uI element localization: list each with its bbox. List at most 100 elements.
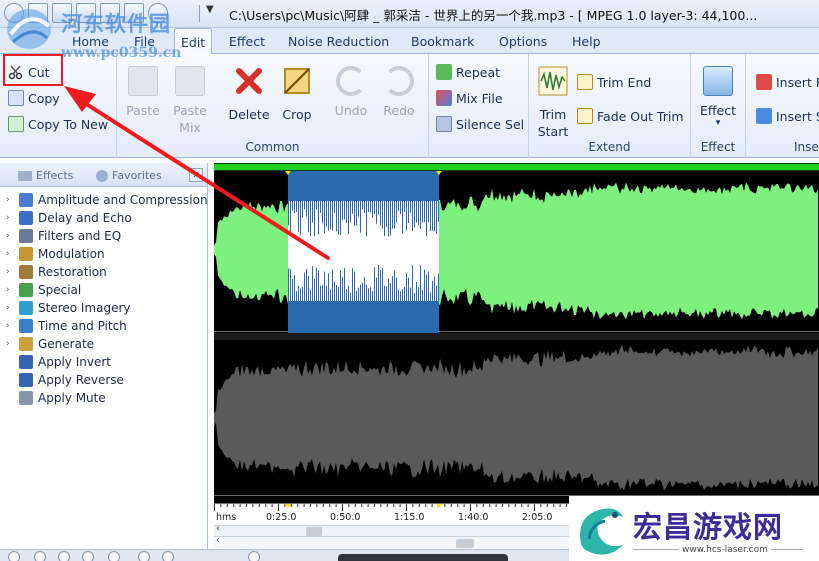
undo-quick-icon[interactable]: [124, 3, 144, 23]
ruler-end-marker[interactable]: [436, 504, 442, 508]
tree-item[interactable]: Apply Mute: [6, 391, 106, 405]
title-separator: [199, 5, 200, 22]
loop-icon[interactable]: [138, 551, 150, 561]
expand-arrow-icon[interactable]: ›: [6, 249, 16, 259]
expand-arrow-icon[interactable]: ›: [6, 303, 16, 313]
forward-icon[interactable]: [108, 551, 120, 561]
expand-arrow-icon[interactable]: ›: [6, 231, 16, 241]
selected-sample-upper: [406, 201, 407, 231]
play-icon[interactable]: [34, 551, 46, 561]
selected-sample-lower: [362, 282, 363, 301]
tree-item[interactable]: › Stereo Imagery: [6, 301, 131, 315]
tab-file[interactable]: File: [134, 34, 155, 49]
tree-item[interactable]: › Special: [6, 283, 81, 297]
expand-arrow-icon[interactable]: ›: [6, 267, 16, 277]
ruler-tick: [252, 504, 254, 507]
expand-arrow-icon[interactable]: ›: [6, 339, 16, 349]
selected-sample-upper: [336, 201, 337, 232]
tree-item-label: Special: [38, 283, 82, 297]
selected-sample-lower: [318, 270, 319, 301]
tab-home[interactable]: Home: [72, 34, 109, 49]
extend-group-label: Extend: [588, 140, 631, 154]
title-bar: ▼ C:\Users\pc\Music\阿肆 _ 郭采洁 - 世界上的另一个我.…: [0, 0, 819, 28]
zoom-out-icon[interactable]: [248, 551, 260, 561]
repeat-button[interactable]: Repeat: [436, 64, 500, 80]
record-icon[interactable]: [148, 3, 168, 23]
expand-arrow-icon[interactable]: ›: [6, 321, 16, 331]
silence-sel-button[interactable]: Silence Sel: [436, 116, 524, 132]
tree-item[interactable]: › Restoration: [6, 265, 107, 279]
selected-sample-upper: [350, 201, 351, 223]
insert-file-button[interactable]: Insert F: [756, 74, 819, 90]
trim-end-button[interactable]: Trim End: [577, 74, 651, 90]
tab-edit[interactable]: Edit: [174, 28, 213, 55]
selected-sample-lower: [368, 288, 369, 301]
scroll-thumb[interactable]: [306, 527, 322, 536]
selected-sample-upper: [396, 201, 397, 223]
insert-silence-button[interactable]: Insert S: [756, 108, 819, 124]
undo-button[interactable]: Undo: [327, 66, 375, 119]
open-file-icon[interactable]: [52, 3, 72, 23]
delete-button[interactable]: Delete: [225, 66, 273, 123]
zoom-left-icon[interactable]: ‹: [216, 535, 220, 546]
copy-to-new-button[interactable]: Copy To New: [8, 116, 108, 132]
expand-arrow-icon[interactable]: ›: [6, 213, 16, 223]
waveform-canvas[interactable]: [214, 171, 819, 503]
effect-category-icon: [19, 229, 33, 243]
pause-icon[interactable]: [58, 551, 70, 561]
selected-sample-upper: [366, 201, 367, 237]
tree-item[interactable]: › Modulation: [6, 247, 105, 261]
new-file-icon[interactable]: [28, 3, 48, 23]
qat-dropdown-icon[interactable]: ▼: [206, 4, 214, 15]
tree-item[interactable]: › Amplitude and Compression: [6, 193, 208, 207]
tree-item[interactable]: › Delay and Echo: [6, 211, 132, 225]
tab-noise-reduction[interactable]: Noise Reduction: [288, 34, 389, 49]
ruler-tick: [303, 504, 305, 507]
selected-sample-lower: [414, 292, 415, 301]
window-title: C:\Users\pc\Music\阿肆 _ 郭采洁 - 世界上的另一个我.mp…: [229, 8, 758, 23]
expand-arrow-icon[interactable]: ›: [6, 195, 16, 205]
trim-start-button[interactable]: Trim Start: [529, 66, 577, 140]
scroll-left-icon[interactable]: ‹: [216, 523, 220, 534]
app-menu-icon[interactable]: [4, 3, 24, 23]
tree-item[interactable]: › Time and Pitch: [6, 319, 127, 333]
overview-bar[interactable]: [214, 163, 819, 171]
ruler-tick: [527, 504, 529, 507]
tab-options[interactable]: Options: [499, 34, 547, 49]
selected-sample-upper: [404, 201, 405, 213]
ruler-tick: [348, 504, 350, 507]
effect-dropdown-button[interactable]: Effect ▾: [694, 66, 742, 128]
paste-mix-button[interactable]: Paste Mix: [166, 66, 214, 136]
selected-sample-upper: [384, 201, 385, 237]
paste-mix-label-2: Mix: [179, 120, 201, 135]
selected-sample-upper: [432, 201, 433, 231]
mix-file-button[interactable]: Mix File: [436, 90, 503, 106]
copy-button[interactable]: Copy: [8, 90, 60, 106]
effects-panel-tab[interactable]: Effects: [18, 169, 73, 182]
waveform-display[interactable]: [214, 163, 819, 503]
tab-help[interactable]: Help: [572, 34, 601, 49]
ruler-start-marker[interactable]: [285, 504, 291, 508]
tree-item[interactable]: Apply Reverse: [6, 373, 124, 387]
zoom-thumb[interactable]: [456, 539, 474, 548]
selected-sample-upper: [378, 201, 379, 215]
crop-button[interactable]: Crop: [273, 66, 321, 123]
tree-item[interactable]: › Generate: [6, 337, 94, 351]
save-icon[interactable]: [76, 3, 96, 23]
favorites-panel-tab[interactable]: Favorites: [96, 169, 162, 182]
save-as-icon[interactable]: [100, 3, 120, 23]
ruler-tick: [495, 504, 497, 507]
redo-button[interactable]: Redo: [375, 66, 423, 119]
panel-close-icon[interactable]: x: [189, 168, 203, 182]
tree-item[interactable]: Apply Invert: [6, 355, 111, 369]
tab-bookmark[interactable]: Bookmark: [411, 34, 474, 49]
rewind-icon[interactable]: [8, 551, 20, 561]
selected-sample-upper: [398, 201, 399, 212]
stop-icon[interactable]: [82, 551, 94, 561]
fade-out-trim-button[interactable]: Fade Out Trim: [577, 108, 684, 124]
expand-arrow-icon[interactable]: ›: [6, 285, 16, 295]
tree-item[interactable]: › Filters and EQ: [6, 229, 121, 243]
tab-effect[interactable]: Effect: [229, 34, 265, 49]
record-transport-icon[interactable]: [162, 551, 174, 561]
paste-button[interactable]: Paste: [119, 66, 167, 119]
